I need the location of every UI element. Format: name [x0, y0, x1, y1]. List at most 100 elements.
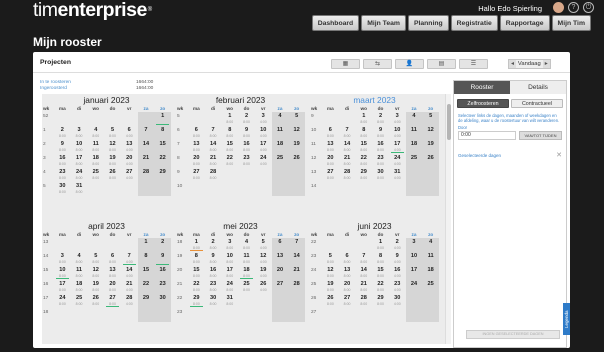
- power-icon[interactable]: ⏻: [583, 2, 594, 13]
- week-number[interactable]: 25: [310, 280, 322, 294]
- calendar-day[interactable]: 28: [288, 280, 306, 294]
- week-number[interactable]: 14: [310, 182, 322, 196]
- calendar-day[interactable]: 20 8:00: [322, 154, 339, 168]
- tab-details[interactable]: Details: [510, 81, 566, 94]
- calendar-day[interactable]: 5: [422, 112, 440, 126]
- calendar-day[interactable]: 9 4:00: [389, 252, 406, 266]
- calendar-day[interactable]: 2: [154, 238, 172, 252]
- calendar-day[interactable]: 26: [422, 154, 440, 168]
- calendar-day[interactable]: 28: [137, 168, 155, 182]
- toolbar-swap-button[interactable]: ⇆: [363, 59, 392, 69]
- calendar-day[interactable]: 19 4:00: [255, 266, 272, 280]
- calendar-day[interactable]: 25 8:00: [87, 168, 104, 182]
- calendar-day[interactable]: 11: [405, 126, 423, 140]
- calendar-day[interactable]: 13 8:00: [322, 140, 339, 154]
- calendar-day[interactable]: 26 8:00: [322, 294, 339, 308]
- calendar-day[interactable]: 29: [137, 294, 155, 308]
- calendar-day[interactable]: 2 8:00: [238, 112, 255, 126]
- calendar-day[interactable]: 3 4:00: [389, 112, 406, 126]
- calendar-day[interactable]: 31 8:00: [221, 294, 238, 308]
- calendar-day[interactable]: 29: [154, 168, 172, 182]
- calendar-day[interactable]: 1: [154, 112, 172, 126]
- week-number[interactable]: 13: [310, 168, 322, 182]
- calendar-day[interactable]: 9 8:00: [238, 126, 255, 140]
- calendar-day[interactable]: 25: [422, 280, 440, 294]
- calendar-day[interactable]: 1 8:00: [372, 238, 389, 252]
- week-number[interactable]: 9: [310, 112, 322, 126]
- calendar-day[interactable]: 11 8:00: [238, 252, 255, 266]
- calendar-day[interactable]: 18 8:00: [87, 154, 104, 168]
- calendar-day[interactable]: 22: [154, 154, 172, 168]
- month-name[interactable]: maart 2023: [310, 94, 439, 106]
- calendar-day[interactable]: 27 8:00: [339, 294, 356, 308]
- calendar-day[interactable]: 24 4:00: [255, 154, 272, 168]
- week-number[interactable]: 22: [310, 238, 322, 252]
- calendar-day[interactable]: 6 4:00: [121, 126, 138, 140]
- week-number[interactable]: 4: [42, 168, 54, 182]
- month-name[interactable]: april 2023: [42, 220, 171, 232]
- legenda-tab[interactable]: Legenda: [563, 303, 570, 335]
- calendar-day[interactable]: 26: [288, 154, 306, 168]
- week-number[interactable]: 6: [176, 126, 188, 140]
- calendar-day[interactable]: 25 8:00: [238, 280, 255, 294]
- week-number[interactable]: 15: [42, 266, 54, 280]
- calendar-day[interactable]: 6 8:00: [339, 252, 356, 266]
- nav-dashboard[interactable]: Dashboard: [311, 15, 360, 31]
- calendar-day[interactable]: 13: [271, 252, 289, 266]
- calendar-day[interactable]: 2 8:00: [54, 126, 71, 140]
- calendar-day[interactable]: 20: [271, 266, 289, 280]
- week-number[interactable]: 22: [176, 294, 188, 308]
- week-number[interactable]: 24: [310, 266, 322, 280]
- calendar-day[interactable]: 14: [137, 140, 155, 154]
- calendar-day[interactable]: 13 8:00: [339, 266, 356, 280]
- calendar-day[interactable]: 27 8:00: [104, 294, 121, 308]
- calendar-day[interactable]: 8 8:00: [221, 126, 238, 140]
- calendar-day[interactable]: 17 8:00: [221, 266, 238, 280]
- month-name[interactable]: juni 2023: [310, 220, 439, 232]
- calendar-day[interactable]: 20 8:00: [188, 154, 205, 168]
- calendar-day[interactable]: 27 8:00: [322, 168, 339, 182]
- avatar[interactable]: [553, 2, 564, 13]
- calendar-day[interactable]: 9 8:00: [205, 252, 222, 266]
- calendar-day[interactable]: 23 8:00: [205, 280, 222, 294]
- calendar-day[interactable]: 11: [271, 126, 289, 140]
- calendar-day[interactable]: 27 8:00: [188, 168, 205, 182]
- calendar-day[interactable]: 3 8:00: [221, 238, 238, 252]
- calendar-day[interactable]: 17: [405, 266, 423, 280]
- month-name[interactable]: januari 2023: [42, 94, 171, 106]
- calendar-day[interactable]: 25: [271, 154, 289, 168]
- toolbar-menu-button[interactable]: ☰: [459, 59, 488, 69]
- week-number[interactable]: 12: [310, 154, 322, 168]
- calendar-day[interactable]: 12 8:00: [104, 140, 121, 154]
- week-number[interactable]: 11: [310, 140, 322, 154]
- calendar-day[interactable]: 16 8:00: [372, 140, 389, 154]
- calendar-day[interactable]: 15 8:00: [355, 140, 372, 154]
- nav-registratie[interactable]: Registratie: [450, 15, 498, 31]
- calendar-day[interactable]: 14 8:00: [339, 140, 356, 154]
- calendar-day[interactable]: 8: [154, 126, 172, 140]
- calendar-day[interactable]: 9: [154, 252, 172, 266]
- calendar-day[interactable]: 21 8:00: [205, 154, 222, 168]
- calendar-day[interactable]: 26 8:00: [87, 294, 104, 308]
- calendar-day[interactable]: 25: [405, 154, 423, 168]
- calendar-day[interactable]: 4: [405, 112, 423, 126]
- calendar-day[interactable]: 18: [422, 266, 440, 280]
- calendar-day[interactable]: 24 8:00: [71, 168, 88, 182]
- calendar-day[interactable]: 29 8:00: [355, 168, 372, 182]
- calendar-day[interactable]: 19 8:00: [322, 280, 339, 294]
- calendar-day[interactable]: 20 8:00: [339, 280, 356, 294]
- calendar-day[interactable]: 10 4:00: [389, 126, 406, 140]
- calendar-day[interactable]: 28 4:00: [121, 294, 138, 308]
- calendar-day[interactable]: 21 4:00: [121, 280, 138, 294]
- calendar-day[interactable]: 16 4:00: [389, 266, 406, 280]
- calendar-day[interactable]: 15 8:00: [188, 266, 205, 280]
- nav-mijn-tim[interactable]: Mijn Tim: [551, 15, 591, 31]
- calendar-day[interactable]: 10: [405, 252, 423, 266]
- calendar-day[interactable]: 31 8:00: [71, 182, 88, 196]
- calendar-day[interactable]: 16 8:00: [238, 140, 255, 154]
- calendar-day[interactable]: 22 8:00: [355, 154, 372, 168]
- calendar-day[interactable]: 23 4:00: [389, 280, 406, 294]
- calendar-day[interactable]: 8: [137, 252, 155, 266]
- calendar-day[interactable]: 12 4:00: [255, 252, 272, 266]
- calendar-day[interactable]: 13 8:00: [104, 266, 121, 280]
